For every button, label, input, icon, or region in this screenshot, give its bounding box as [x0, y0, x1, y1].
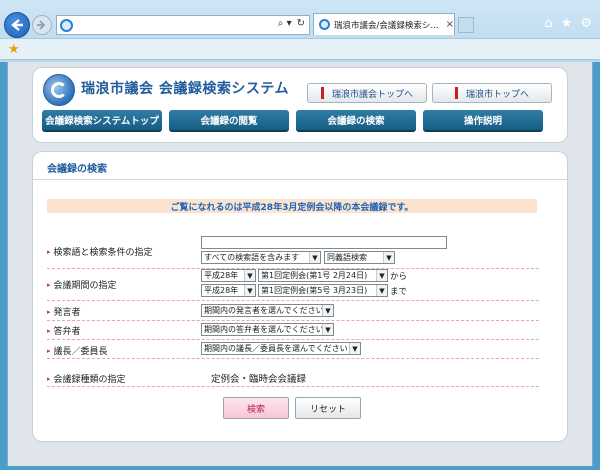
chevron-down-icon: ▼	[244, 285, 255, 296]
keywords-label: 検索語と検索条件の指定	[47, 245, 153, 258]
condition-select[interactable]: すべての検索語を含みます ▼	[201, 251, 321, 264]
from-year-select[interactable]: 平成28年 ▼	[201, 269, 256, 282]
reset-button[interactable]: リセット	[295, 397, 361, 419]
home-icon[interactable]: ⌂	[544, 16, 552, 31]
address-bar[interactable]: ⌕ ▾ ↻	[56, 15, 310, 35]
synonym-select[interactable]: 同義語検索 ▼	[324, 251, 395, 264]
favorites-icon[interactable]: ★	[561, 16, 573, 31]
city-top-link[interactable]: 瑞浪市トップへ	[432, 83, 552, 103]
forward-arrow-icon	[37, 20, 46, 30]
forward-button[interactable]	[32, 15, 52, 35]
notice-banner: ご覧になれるのは平成28年3月定例会以降の本会議録です。	[47, 199, 537, 213]
tab-favicon-icon	[319, 19, 330, 30]
council-top-link-label: 瑞浪市議会トップへ	[331, 89, 413, 100]
add-favorite-star-icon[interactable]: ★	[8, 42, 20, 57]
chevron-down-icon: ▼	[383, 252, 394, 263]
address-icons: ⌕ ▾ ↻	[278, 18, 305, 29]
keyword-input[interactable]	[201, 236, 447, 249]
chevron-down-icon: ▼	[322, 324, 333, 335]
tab-close-icon[interactable]: ×	[446, 19, 454, 30]
red-mark-icon	[454, 87, 458, 99]
from-meeting-value: 第1回定例会(第1号 2月24日)	[261, 271, 368, 280]
row-divider	[47, 320, 539, 321]
menu-search[interactable]: 会議録の検索	[296, 110, 416, 132]
speaker-select-value: 期間内の発言者を選んでください	[204, 306, 324, 315]
back-arrow-icon	[11, 19, 23, 31]
chevron-down-icon: ▼	[376, 285, 387, 296]
to-year-value: 平成28年	[204, 286, 239, 295]
menu-help[interactable]: 操作説明	[423, 110, 543, 132]
chevron-down-icon: ▼	[349, 343, 360, 354]
menu-browse[interactable]: 会議録の閲覧	[169, 110, 289, 132]
row-divider	[47, 386, 539, 387]
from-year-value: 平成28年	[204, 271, 239, 280]
to-suffix: まで	[390, 287, 408, 297]
condition-select-value: すべての検索語を含みます	[204, 253, 300, 262]
search-panel: 会議録の検索 ご覧になれるのは平成28年3月定例会以降の本会議録です。 検索語と…	[32, 151, 568, 442]
tab-title: 瑞浪市議会/会議録検索シ...	[334, 20, 439, 31]
answerer-label: 答弁者	[47, 324, 81, 337]
chair-select[interactable]: 期間内の議長／委員長を選んでください ▼	[201, 342, 361, 355]
type-label: 会議録種類の指定	[47, 372, 126, 385]
browser-tab[interactable]: 瑞浪市議会/会議録検索シ... ×	[313, 13, 455, 35]
section-title: 会議録の検索	[47, 164, 107, 175]
site-title: 瑞浪市議会 会議録検索システム	[81, 81, 289, 97]
search-dropdown-icon[interactable]: ⌕ ▾	[278, 18, 292, 29]
city-logo-icon	[43, 74, 75, 106]
meeting-type-text: 定例会・臨時会会議録	[211, 374, 307, 385]
chevron-down-icon: ▼	[309, 252, 320, 263]
chevron-down-icon: ▼	[322, 305, 333, 316]
synonym-select-value: 同義語検索	[327, 253, 367, 262]
refresh-icon[interactable]: ↻	[297, 18, 305, 29]
search-button[interactable]: 検索	[223, 397, 289, 419]
browser-toolbar-icons: ⌂ ★ ⚙	[544, 16, 592, 31]
from-meeting-select[interactable]: 第1回定例会(第1号 2月24日) ▼	[258, 269, 388, 282]
to-year-select[interactable]: 平成28年 ▼	[201, 284, 256, 297]
to-meeting-select[interactable]: 第1回定例会(第5号 3月23日) ▼	[258, 284, 388, 297]
answerer-select-value: 期間内の答弁者を選んでください	[204, 325, 324, 334]
favorites-bar: ★	[0, 38, 600, 60]
from-suffix: から	[390, 272, 408, 282]
section-divider	[33, 179, 567, 180]
chevron-down-icon: ▼	[244, 270, 255, 281]
council-top-link[interactable]: 瑞浪市議会トップへ	[307, 83, 427, 103]
row-divider	[47, 358, 539, 359]
row-divider	[47, 300, 539, 301]
page-viewport: 瑞浪市議会 会議録検索システム 瑞浪市議会トップへ 瑞浪市トップへ 会議録検索シ…	[7, 62, 593, 466]
chair-select-value: 期間内の議長／委員長を選んでください	[204, 344, 348, 353]
chevron-down-icon: ▼	[376, 270, 387, 281]
period-label: 会議期間の指定	[47, 278, 117, 291]
to-meeting-value: 第1回定例会(第5号 3月23日)	[261, 286, 368, 295]
city-top-link-label: 瑞浪市トップへ	[465, 89, 529, 100]
answerer-select[interactable]: 期間内の答弁者を選んでください ▼	[201, 323, 334, 336]
browser-chrome: ⌕ ▾ ↻ 瑞浪市議会/会議録検索シ... × ⌂ ★ ⚙ ★	[0, 0, 600, 62]
row-divider	[47, 339, 539, 340]
page-favicon-icon	[60, 19, 73, 32]
speaker-select[interactable]: 期間内の発言者を選んでください ▼	[201, 304, 334, 317]
speaker-label: 発言者	[47, 305, 81, 318]
red-mark-icon	[320, 87, 324, 99]
menu-system-top[interactable]: 会議録検索システムトップ	[42, 110, 162, 132]
back-button[interactable]	[4, 12, 30, 38]
chair-label: 議長／委員長	[47, 344, 108, 357]
tools-gear-icon[interactable]: ⚙	[580, 16, 592, 31]
site-header: 瑞浪市議会 会議録検索システム 瑞浪市議会トップへ 瑞浪市トップへ 会議録検索シ…	[32, 67, 568, 143]
new-tab-button[interactable]	[458, 17, 474, 33]
